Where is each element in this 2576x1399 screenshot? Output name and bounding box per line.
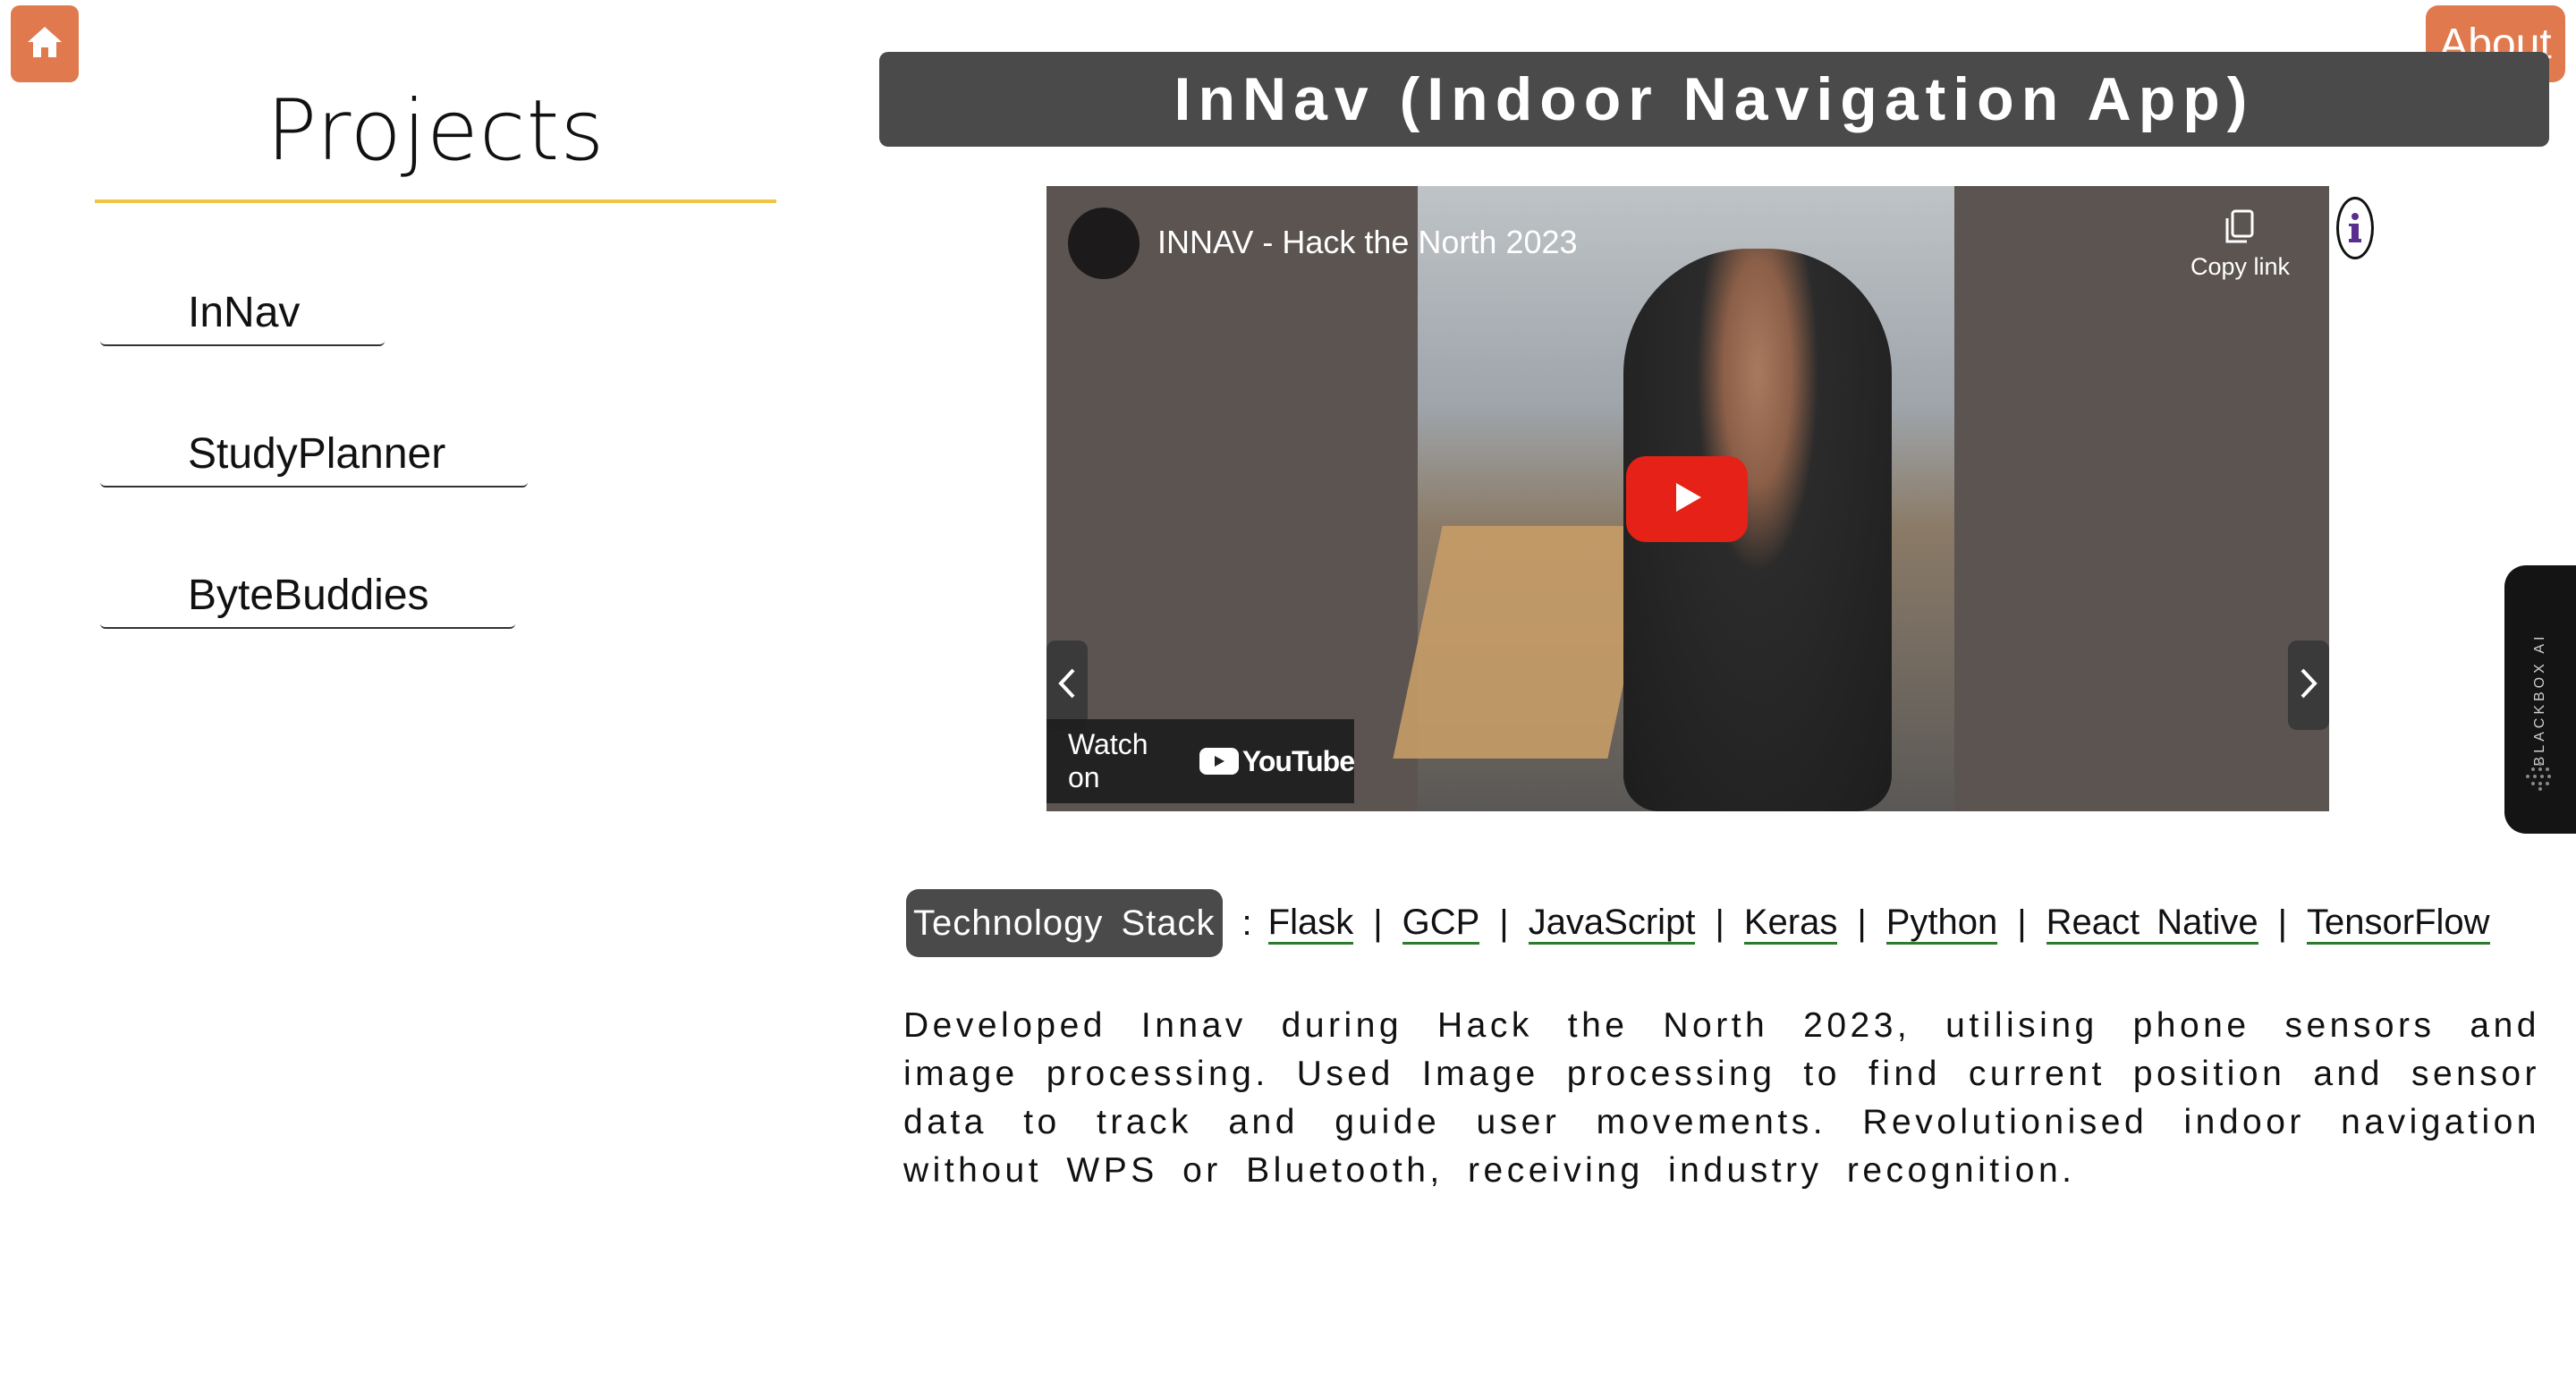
tech-separator: | [2017, 903, 2027, 943]
tech-link-flask[interactable]: Flask [1267, 903, 1354, 945]
tech-link-tensorflow[interactable]: TensorFlow [2307, 903, 2490, 945]
video-prev-button[interactable] [1046, 640, 1088, 730]
info-icon[interactable] [2336, 197, 2374, 259]
youtube-video-embed[interactable]: INNAV - Hack the North 2023 Copy link Wa… [1046, 186, 2329, 811]
tech-stack-colon: : [1241, 903, 1252, 943]
chevron-left-icon [1057, 667, 1077, 704]
chevron-right-icon [2299, 667, 2318, 704]
tech-separator: | [1373, 903, 1383, 943]
tech-link-gcp[interactable]: GCP [1402, 903, 1480, 945]
tech-separator: | [1715, 903, 1724, 943]
youtube-play-icon [1199, 748, 1239, 775]
blackbox-ai-label: BLACKBOX AI [2532, 632, 2547, 767]
tech-separator: | [2277, 903, 2288, 943]
youtube-wordmark: YouTube [1241, 744, 1355, 777]
project-link-bytebuddies[interactable]: ByteBuddies [100, 571, 515, 629]
watch-on-label: Watch on [1068, 728, 1148, 793]
blackbox-logo-icon [2522, 759, 2558, 799]
tech-link-react-native[interactable]: React Native [2046, 903, 2258, 945]
home-icon [26, 25, 64, 64]
copy-icon [2222, 209, 2258, 252]
watch-on-youtube-button[interactable]: Watch on YouTube [1046, 719, 1355, 803]
tech-link-javascript[interactable]: JavaScript [1528, 903, 1696, 945]
thumbnail-table [1393, 526, 1657, 759]
project-title: InNav (Indoor Navigation App) [1174, 65, 2255, 133]
tech-stack-row: Technology Stack : Flask | GCP | JavaScr… [906, 889, 2490, 957]
tech-separator: | [1499, 903, 1509, 943]
project-title-bar: InNav (Indoor Navigation App) [879, 52, 2549, 147]
tech-link-keras[interactable]: Keras [1743, 903, 1838, 945]
copy-link-button[interactable]: Copy link [2190, 208, 2290, 281]
tech-separator: | [1857, 903, 1867, 943]
projects-heading: Projects [266, 82, 606, 180]
video-next-button[interactable] [2288, 640, 2329, 730]
project-description: Developed Innav during Hack the North 20… [903, 1006, 2540, 1190]
tech-link-python[interactable]: Python [1885, 903, 1998, 945]
projects-heading-underline [95, 199, 776, 203]
channel-avatar[interactable] [1068, 208, 1140, 279]
copy-link-label: Copy link [2190, 253, 2290, 280]
project-link-innav[interactable]: InNav [100, 288, 385, 346]
video-title[interactable]: INNAV - Hack the North 2023 [1157, 224, 1578, 261]
play-icon [1669, 479, 1705, 520]
youtube-logo: YouTube [1199, 744, 1355, 778]
home-button[interactable] [11, 5, 79, 82]
blackbox-ai-tab[interactable]: BLACKBOX AI [2504, 565, 2576, 834]
tech-stack-label: Technology Stack [906, 889, 1223, 957]
project-link-studyplanner[interactable]: StudyPlanner [100, 429, 528, 488]
play-button[interactable] [1626, 456, 1748, 542]
